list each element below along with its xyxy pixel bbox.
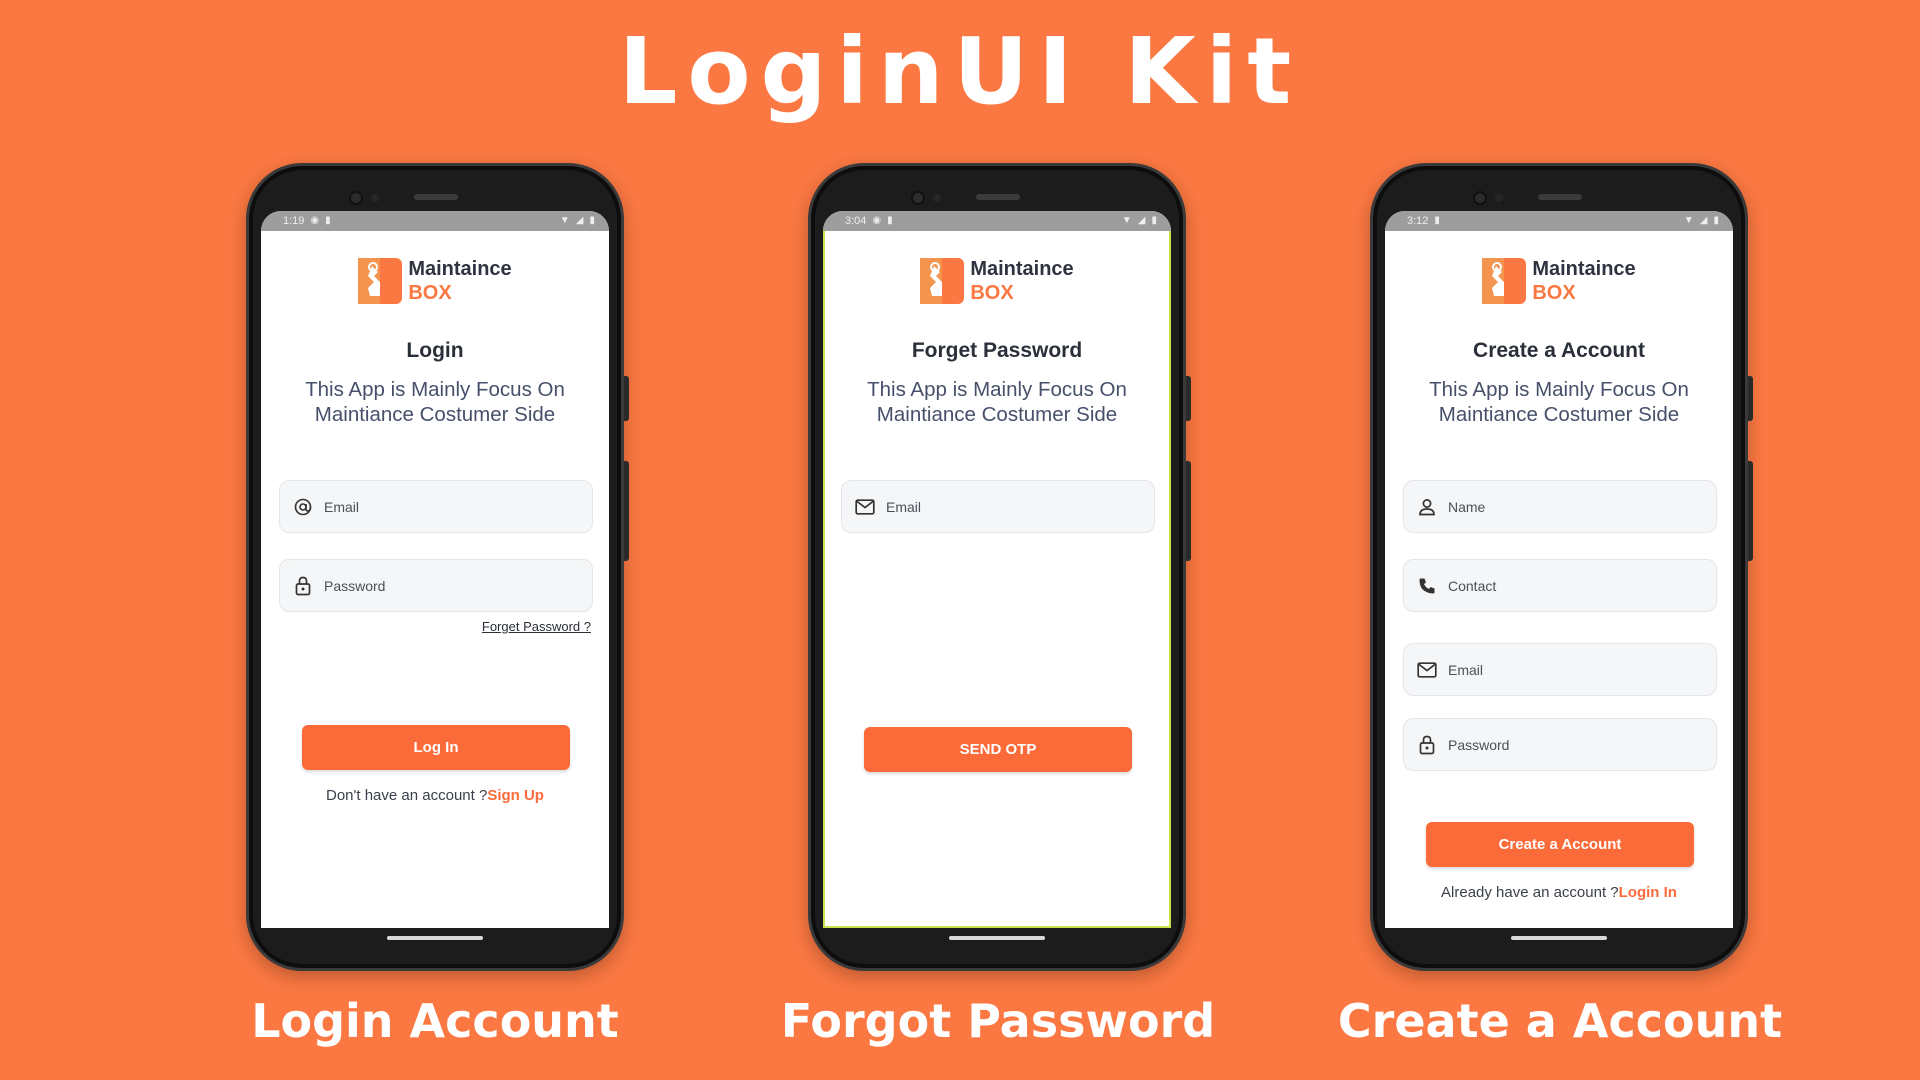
battery-icon: ▮ [589, 215, 595, 226]
front-camera [911, 191, 925, 205]
signup-prompt-text: Don't have an account ? [326, 787, 488, 804]
caption-create-account: Create a Account [1337, 994, 1783, 1048]
phone-login: 1:19 ◉ ▮ ▼ ◢ ▮ Maintaince BOX Login This… [246, 163, 629, 971]
email-field[interactable]: Email [841, 480, 1155, 533]
name-field[interactable]: Name [1403, 480, 1717, 533]
brand-name: Maintaince [970, 258, 1074, 280]
create-account-screen: 3:12 ▮ ▼ ◢ ▮ Maintaince BOX Create a Acc… [1385, 211, 1733, 928]
description-line: This App is Mainly Focus On [867, 378, 1127, 401]
page-title: Create a Account [1473, 339, 1645, 362]
forgot-password-screen: 3:04 ◉ ▮ ▼ ◢ ▮ Maintaince BOX Forget Pas… [823, 211, 1171, 928]
lock-icon [292, 575, 314, 597]
wifi-icon: ▼ [1121, 215, 1132, 226]
login-prompt: Already have an account ?Login In [1385, 884, 1733, 901]
phone-forgot-password: 3:04 ◉ ▮ ▼ ◢ ▮ Maintaince BOX Forget Pas… [808, 163, 1191, 971]
brand-logo: Maintaince BOX [823, 257, 1171, 305]
signal-icon: ◢ [575, 215, 584, 226]
person-icon [1416, 496, 1438, 518]
description-line: Maintiance Costumer Side [314, 403, 556, 426]
brand-name: Maintaince [1532, 258, 1636, 280]
lock-icon [1416, 734, 1438, 756]
at-icon [292, 496, 314, 518]
home-indicator[interactable] [387, 936, 483, 940]
wifi-icon: ▼ [559, 215, 570, 226]
sd-card-icon: ▮ [1434, 215, 1440, 226]
brand-name: Maintaince [408, 258, 512, 280]
brand-logo: Maintaince BOX [1385, 257, 1733, 305]
wrench-hand-icon [358, 258, 403, 304]
email-field[interactable]: Email [279, 480, 593, 533]
send-otp-button[interactable]: SEND OTP [864, 727, 1132, 772]
shield-icon: ◉ [310, 215, 320, 226]
contact-field[interactable]: Contact [1403, 559, 1717, 612]
password-placeholder: Password [1448, 736, 1510, 753]
email-placeholder: Email [324, 498, 360, 515]
phone-icon [1416, 575, 1438, 597]
description-line: This App is Mainly Focus On [305, 378, 565, 401]
signup-link[interactable]: Sign Up [487, 787, 544, 804]
mail-icon [1416, 659, 1438, 681]
page-title: Forget Password [911, 339, 1083, 362]
password-placeholder: Password [324, 577, 386, 594]
status-time: 3:04 [845, 215, 867, 227]
earpiece-speaker [1538, 194, 1582, 200]
name-placeholder: Name [1448, 498, 1486, 515]
page-title: Login [406, 339, 464, 362]
home-indicator[interactable] [949, 936, 1045, 940]
email-placeholder: Email [886, 498, 922, 515]
sd-card-icon: ▮ [887, 215, 893, 226]
status-bar: 3:12 ▮ ▼ ◢ ▮ [1385, 211, 1733, 231]
status-time: 3:12 [1407, 215, 1429, 227]
sensor [371, 194, 379, 202]
email-placeholder: Email [1448, 661, 1484, 678]
wrench-hand-icon [1482, 258, 1527, 304]
signal-icon: ◢ [1699, 215, 1708, 226]
login-link[interactable]: Login In [1619, 884, 1677, 901]
brand-sub: BOX [408, 282, 452, 304]
brand-sub: BOX [1532, 282, 1576, 304]
password-field[interactable]: Password [279, 559, 593, 612]
password-field[interactable]: Password [1403, 718, 1717, 771]
email-field[interactable]: Email [1403, 643, 1717, 696]
shield-icon: ◉ [872, 215, 882, 226]
wifi-icon: ▼ [1683, 215, 1694, 226]
battery-icon: ▮ [1151, 215, 1157, 226]
caption-forgot-password: Forgot Password [780, 994, 1216, 1048]
create-account-button[interactable]: Create a Account [1426, 822, 1694, 867]
description-line: Maintiance Costumer Side [1438, 403, 1680, 426]
status-bar: 3:04 ◉ ▮ ▼ ◢ ▮ [823, 211, 1171, 231]
front-camera [1473, 191, 1487, 205]
login-prompt-text: Already have an account ? [1441, 884, 1619, 901]
brand-sub: BOX [970, 282, 1014, 304]
sensor [933, 194, 941, 202]
sd-card-icon: ▮ [325, 215, 331, 226]
kit-title: LoginUI Kit [618, 18, 1302, 125]
earpiece-speaker [976, 194, 1020, 200]
forget-password-link[interactable]: Forget Password ? [482, 619, 591, 634]
signal-icon: ◢ [1137, 215, 1146, 226]
status-time: 1:19 [283, 215, 305, 227]
home-indicator[interactable] [1511, 936, 1607, 940]
battery-icon: ▮ [1713, 215, 1719, 226]
login-button[interactable]: Log In [302, 725, 570, 770]
earpiece-speaker [414, 194, 458, 200]
brand-logo: Maintaince BOX [261, 257, 609, 305]
page-description: This App is Mainly Focus On Maintiance C… [281, 377, 589, 427]
description-line: This App is Mainly Focus On [1429, 378, 1689, 401]
page-description: This App is Mainly Focus On Maintiance C… [1405, 377, 1713, 427]
wrench-hand-icon [920, 258, 965, 304]
contact-placeholder: Contact [1448, 577, 1497, 594]
page-description: This App is Mainly Focus On Maintiance C… [843, 377, 1151, 427]
front-camera [349, 191, 363, 205]
signup-prompt: Don't have an account ?Sign Up [261, 787, 609, 804]
sensor [1495, 194, 1503, 202]
caption-login: Login Account [251, 994, 619, 1048]
status-bar: 1:19 ◉ ▮ ▼ ◢ ▮ [261, 211, 609, 231]
phone-create-account: 3:12 ▮ ▼ ◢ ▮ Maintaince BOX Create a Acc… [1370, 163, 1753, 971]
login-screen: 1:19 ◉ ▮ ▼ ◢ ▮ Maintaince BOX Login This… [261, 211, 609, 928]
description-line: Maintiance Costumer Side [876, 403, 1118, 426]
mail-icon [854, 496, 876, 518]
